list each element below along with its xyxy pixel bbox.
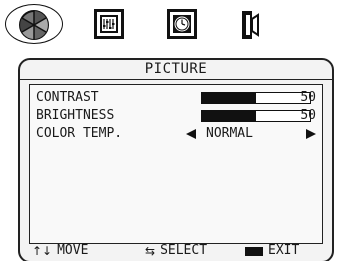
tab-timer[interactable]	[167, 9, 197, 39]
menu-title: PICTURE	[20, 60, 332, 80]
color-wheel-icon	[19, 10, 49, 40]
brightness-label: BRIGHTNESS	[36, 108, 115, 123]
color-temp-label: COLOR TEMP.	[36, 126, 123, 141]
contrast-label: CONTRAST	[36, 90, 99, 105]
footer-hints: ↑↓ MOVE ⇆ SELECT EXIT	[20, 241, 332, 261]
exit-label: EXIT	[268, 243, 300, 258]
contrast-slider-fill	[202, 93, 256, 103]
exit-hint: EXIT	[245, 241, 299, 261]
brightness-value: 50	[300, 108, 316, 123]
speaker-icon	[242, 11, 259, 39]
select-hint: ⇆ SELECT	[145, 241, 207, 261]
arrow-right-icon[interactable]	[306, 129, 316, 139]
tab-sound[interactable]	[94, 9, 124, 39]
move-hint: ↑↓ MOVE	[32, 241, 88, 261]
contrast-value: 50	[300, 90, 316, 105]
color-temp-row[interactable]: COLOR TEMP. NORMAL	[36, 125, 316, 143]
brightness-row[interactable]: BRIGHTNESS 50	[36, 107, 316, 125]
up-down-arrows-icon: ↑↓	[32, 244, 53, 258]
select-label: SELECT	[160, 243, 208, 258]
brightness-slider-fill	[202, 111, 256, 121]
tab-audio[interactable]	[240, 9, 266, 41]
menu-content: CONTRAST 50 BRIGHTNESS 50 COLOR TEMP. NO…	[29, 84, 323, 244]
tab-picture[interactable]	[18, 9, 50, 41]
brightness-slider[interactable]	[201, 110, 311, 122]
arrow-left-icon[interactable]	[186, 129, 196, 139]
picture-menu-panel: PICTURE CONTRAST 50 BRIGHTNESS 50 COLOR …	[18, 58, 334, 261]
move-label: MOVE	[57, 243, 89, 258]
contrast-slider[interactable]	[201, 92, 311, 104]
left-right-arrows-icon: ⇆	[145, 244, 156, 258]
clock-icon	[167, 9, 197, 39]
equalizer-icon	[94, 9, 124, 39]
contrast-row[interactable]: CONTRAST 50	[36, 89, 316, 107]
color-temp-value: NORMAL	[206, 126, 253, 141]
menu-key-icon	[245, 246, 263, 256]
